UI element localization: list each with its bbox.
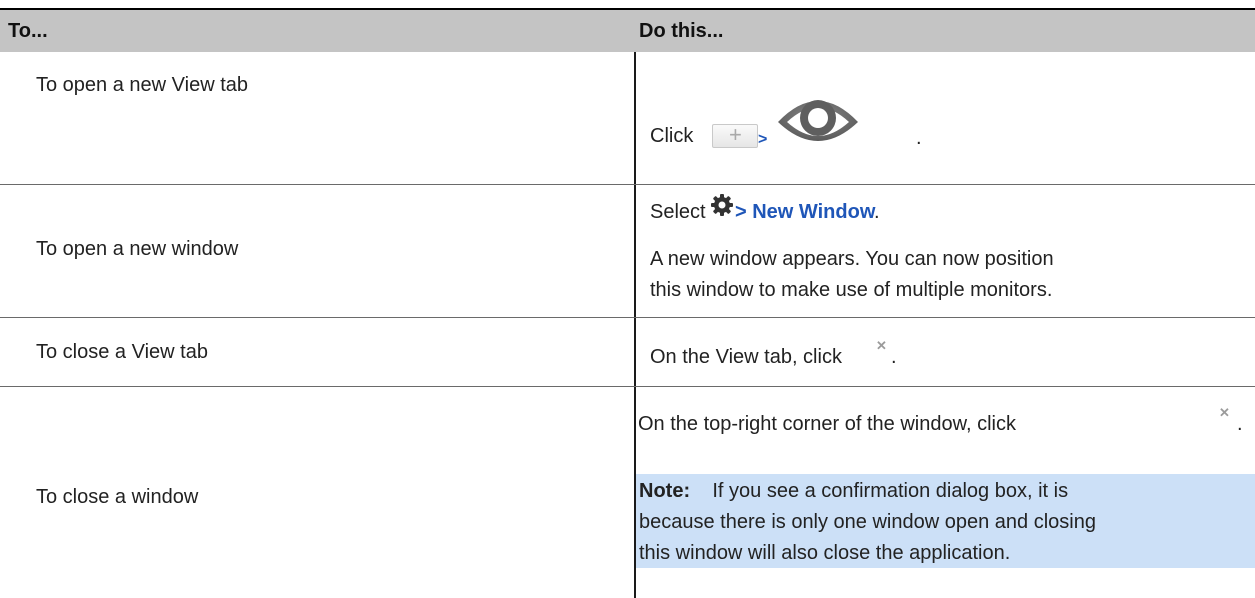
trailing-period: .: [1237, 413, 1243, 435]
task-label: To close a window: [36, 486, 199, 508]
procedure-table: To... Do this... To open a new View tab …: [0, 0, 1255, 598]
description-line: this window to make use of multiple moni…: [650, 279, 1053, 301]
click-label: Click: [650, 125, 694, 147]
close-icon[interactable]: ✕: [1219, 405, 1230, 421]
task-label: To open a new window: [36, 238, 239, 260]
trailing-period: .: [874, 201, 880, 223]
select-label: Select: [650, 201, 706, 223]
instruction-text: On the View tab, click: [650, 346, 842, 368]
row-divider: [0, 317, 1255, 318]
instruction-text: On the top-right corner of the window, c…: [638, 413, 1016, 435]
new-window-menu-link[interactable]: > New Window: [735, 198, 875, 227]
task-label: To close a View tab: [36, 341, 208, 363]
trailing-period: .: [916, 127, 922, 149]
eye-icon[interactable]: [774, 84, 862, 154]
note-text: this window will also close the applicat…: [639, 542, 1011, 564]
header-col-task: To...: [8, 20, 48, 42]
trailing-period: .: [891, 346, 897, 368]
plus-icon: +: [729, 122, 742, 147]
note-text: because there is only one window open an…: [639, 511, 1096, 533]
task-label: To open a new View tab: [36, 74, 249, 96]
note-line: Note: If you see a confirmation dialog b…: [639, 476, 1068, 507]
note-callout: Note: If you see a confirmation dialog b…: [636, 474, 1255, 568]
gear-icon[interactable]: [710, 193, 734, 217]
row-divider: [0, 386, 1255, 387]
note-text: If you see a confirmation dialog box, it…: [712, 480, 1069, 502]
menu-arrow: >: [758, 131, 768, 148]
note-label: Note:: [639, 480, 691, 502]
table-header: To... Do this...: [0, 10, 1255, 52]
description-line: A new window appears. You can now positi…: [650, 248, 1054, 270]
row-divider: [0, 184, 1255, 185]
header-col-action: Do this...: [639, 20, 724, 42]
new-tab-plus-button[interactable]: +: [712, 122, 758, 148]
close-icon[interactable]: ✕: [876, 338, 887, 354]
